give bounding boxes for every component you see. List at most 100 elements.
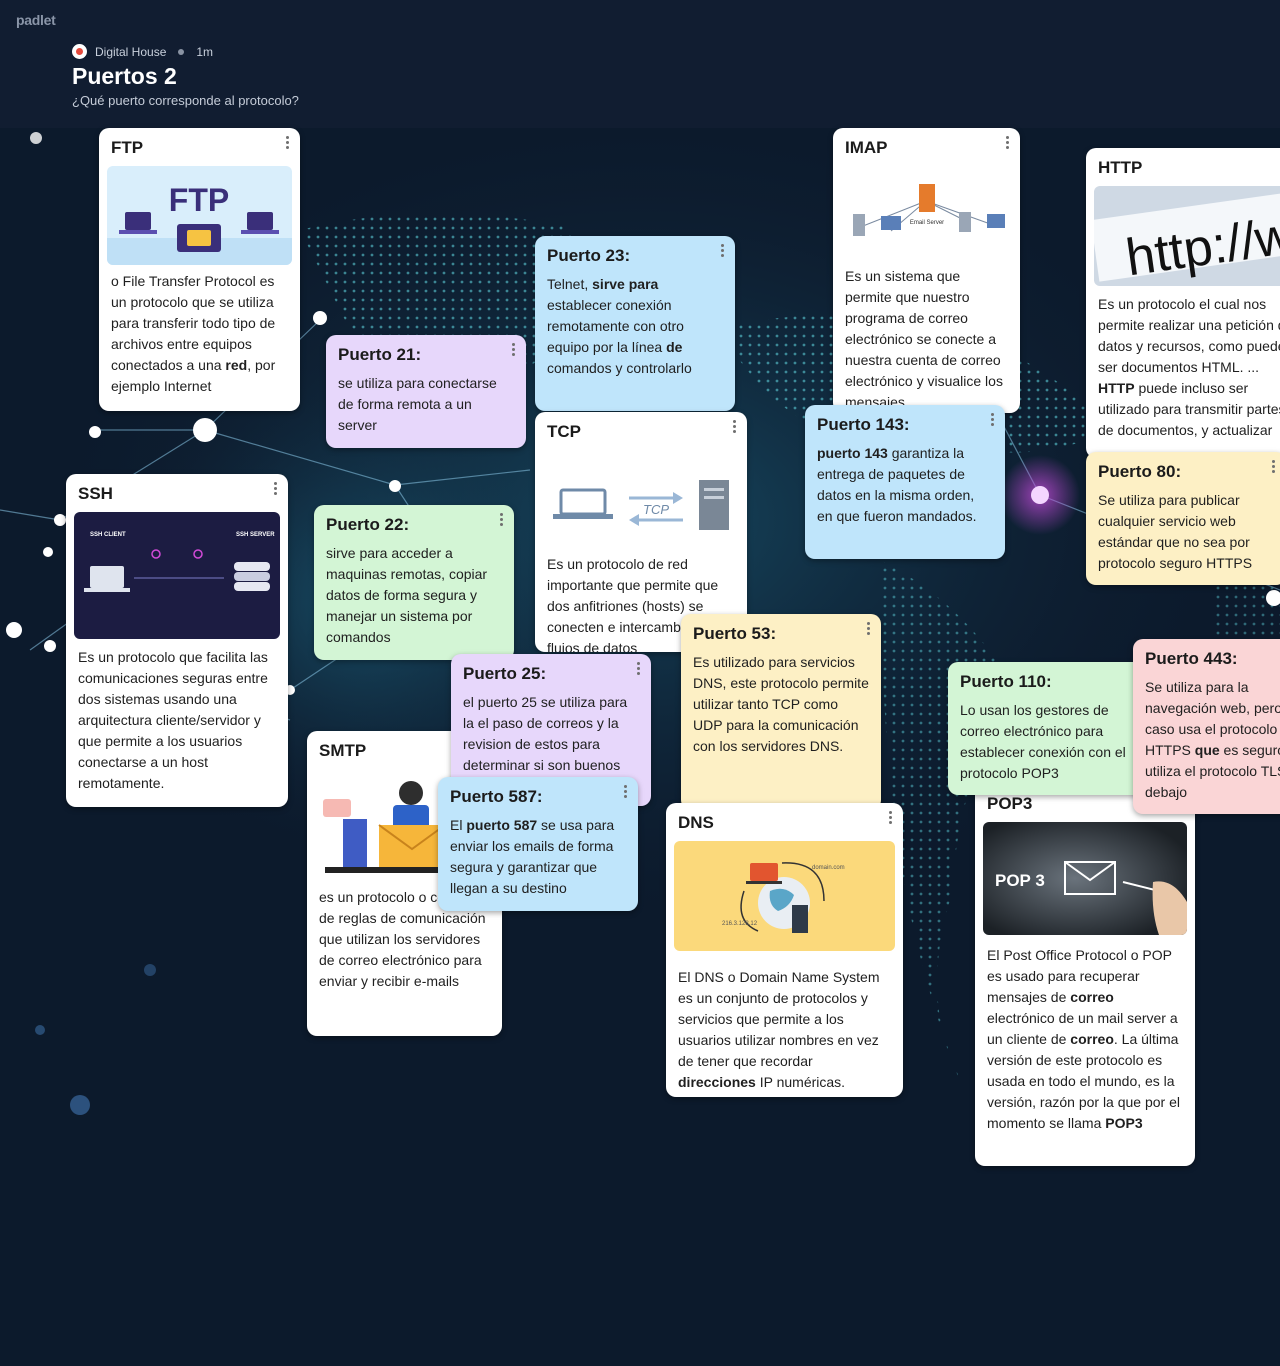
card-pop3[interactable]: POP3 POP 3 El Post Office Protocol o POP… (975, 784, 1195, 1166)
card-dns[interactable]: DNS domain.com 216.3.128.12 El DNS o Dom… (666, 803, 903, 1097)
more-options-icon[interactable] (1006, 136, 1010, 150)
card-body: o File Transfer Protocol es un protocolo… (99, 265, 300, 407)
card-title: Puerto 53: (693, 624, 777, 643)
card-ftp[interactable]: FTP FTP o File Transfer Protocol es un p… (99, 128, 300, 411)
card-puerto-22[interactable]: Puerto 22: sirve para acceder a maquinas… (314, 505, 514, 660)
card-body: El DNS o Domain Name System es un conjun… (666, 951, 903, 1097)
card-puerto-443[interactable]: Puerto 443: Se utiliza para la navegació… (1133, 639, 1280, 814)
dns-image: domain.com 216.3.128.12 (674, 841, 895, 951)
card-http[interactable]: HTTP http://ww Es un protocolo el cual n… (1086, 148, 1280, 458)
card-title: HTTP (1098, 158, 1143, 177)
ftp-image-label: FTP (169, 182, 229, 218)
author-name[interactable]: Digital House (95, 45, 166, 59)
card-puerto-143[interactable]: Puerto 143: puerto 143 garantiza la entr… (805, 405, 1005, 559)
more-options-icon[interactable] (624, 785, 628, 799)
dns-domain-label: domain.com (812, 865, 845, 871)
body-text: establecer conexión remotamente con otro… (547, 297, 684, 355)
more-options-icon[interactable] (637, 662, 641, 676)
body-text: comandos y controlarlo (547, 360, 692, 376)
card-ssh[interactable]: SSH SSH CLIENT SSH SERVER Es un protocol… (66, 474, 288, 807)
body-bold: POP3 (1105, 1115, 1143, 1131)
avatar[interactable] (72, 44, 87, 59)
more-options-icon[interactable] (274, 482, 278, 496)
body-bold: direcciones (678, 1074, 756, 1090)
dns-ip-label: 216.3.128.12 (722, 921, 758, 927)
pop3-image-label: POP 3 (995, 871, 1045, 890)
body-bold: que (1194, 742, 1220, 758)
card-title: Puerto 22: (326, 515, 410, 534)
card-imap[interactable]: IMAP Email Server Es un sistema que perm… (833, 128, 1020, 413)
card-body: Es un protocolo que facilita las comunic… (78, 649, 268, 791)
card-body: sirve para acceder a maquinas remotas, c… (326, 545, 488, 645)
card-title: Puerto 587: (450, 787, 543, 806)
page-title: Puertos 2 (72, 63, 177, 89)
ssh-server-label: SSH SERVER (236, 532, 275, 538)
card-title: SSH (78, 484, 113, 503)
card-body: se utiliza para conectarse de forma remo… (338, 375, 497, 433)
imap-image-label: Email Server (910, 220, 944, 226)
pop3-image: POP 3 (983, 822, 1187, 935)
card-body: Es un protocolo el cual nos permite real… (1086, 286, 1280, 451)
body-bold: correo (1070, 989, 1114, 1005)
card-body: Se utiliza para la navegación web, pero … (1133, 669, 1280, 813)
page-header: Digital House 1m Puertos 2 ¿Qué puerto c… (72, 44, 299, 108)
more-options-icon[interactable] (889, 811, 893, 825)
card-title: Puerto 143: (817, 415, 910, 434)
body-bold: correo (1070, 1031, 1114, 1047)
body-bold: puerto 143 (817, 445, 888, 461)
body-bold: sirve para (592, 276, 659, 292)
body-text: El DNS o Domain Name System es un conjun… (678, 969, 880, 1069)
card-puerto-53[interactable]: Puerto 53: Es utilizado para servicios D… (681, 614, 881, 810)
card-title: Puerto 80: (1098, 462, 1182, 481)
body-text: Es un protocolo el cual nos permite real… (1098, 296, 1280, 375)
body-text: El (450, 817, 467, 833)
tcp-image-label: TCP (643, 502, 669, 517)
imap-image: Email Server (841, 166, 1012, 256)
body-bold: HTTP (1098, 380, 1135, 396)
body-bold: puerto 587 (466, 817, 538, 833)
more-options-icon[interactable] (512, 343, 516, 357)
card-body: Es utilizado para servicios DNS, este pr… (693, 654, 869, 754)
more-options-icon[interactable] (733, 420, 737, 434)
padlet-logo[interactable]: padlet (16, 12, 56, 28)
more-options-icon[interactable] (1272, 460, 1276, 474)
card-body: El puerto 587 se usa para enviar los ema… (438, 807, 638, 909)
ftp-image: FTP (107, 166, 292, 265)
card-title: Puerto 23: (547, 246, 631, 265)
ssh-image: SSH CLIENT SSH SERVER (74, 512, 280, 639)
body-text: IP numéricas. (755, 1074, 846, 1090)
card-body: Lo usan los gestores de correo electróni… (960, 702, 1126, 781)
more-options-icon[interactable] (721, 244, 725, 258)
timestamp: 1m (196, 44, 214, 59)
ssh-client-label: SSH CLIENT (90, 532, 126, 538)
page-subtitle: ¿Qué puerto corresponde al protocolo? (72, 93, 299, 108)
http-image: http://ww (1094, 186, 1280, 286)
card-puerto-21[interactable]: Puerto 21: se utiliza para conectarse de… (326, 335, 526, 448)
card-puerto-587[interactable]: Puerto 587: El puerto 587 se usa para en… (438, 777, 638, 911)
card-body: puerto 143 garantiza la entrega de paque… (805, 435, 1005, 537)
card-puerto-23[interactable]: Puerto 23: Telnet, sirve para establecer… (535, 236, 735, 411)
card-title: IMAP (845, 138, 888, 157)
card-body: Es un sistema que permite que nuestro pr… (845, 268, 1003, 410)
card-body: Telnet, sirve para establecer conexión r… (535, 266, 735, 389)
more-options-icon[interactable] (991, 413, 995, 427)
card-title: Puerto 110: (960, 672, 1052, 691)
card-title: TCP (547, 422, 581, 441)
card-title: Puerto 21: (338, 345, 422, 364)
body-bold: de (666, 339, 683, 355)
body-bold: red (225, 357, 248, 373)
separator-dot (178, 48, 185, 55)
more-options-icon[interactable] (867, 622, 871, 636)
card-title: DNS (678, 813, 714, 832)
card-puerto-110[interactable]: Puerto 110: Lo usan los gestores de corr… (948, 662, 1148, 795)
more-options-icon[interactable] (500, 513, 504, 527)
card-title: FTP (111, 138, 144, 157)
body-text: Telnet, (547, 276, 593, 292)
author-meta: Digital House 1m (72, 44, 299, 59)
card-title: Puerto 25: (463, 664, 547, 683)
card-puerto-80[interactable]: Puerto 80: Se utiliza para publicar cual… (1086, 452, 1280, 585)
card-title: Puerto 443: (1145, 649, 1238, 668)
card-body: Se utiliza para publicar cualquier servi… (1098, 492, 1253, 571)
tcp-image: TCP (543, 450, 739, 540)
more-options-icon[interactable] (286, 136, 290, 150)
